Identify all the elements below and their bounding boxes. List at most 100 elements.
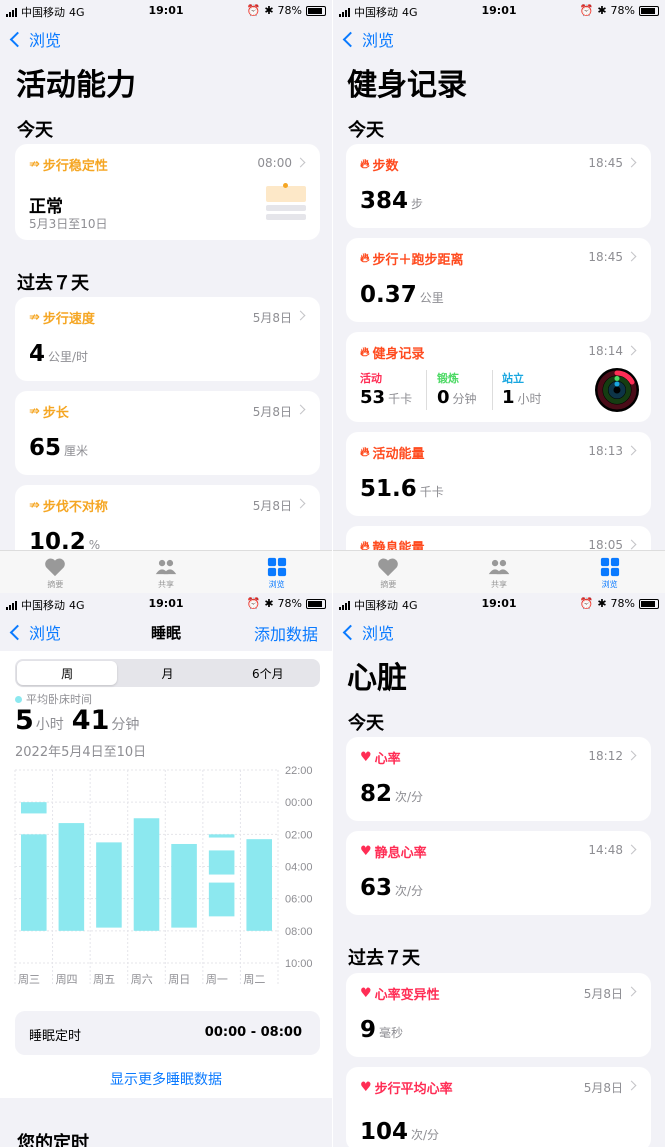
y-tick-label: 22:00 bbox=[285, 765, 313, 777]
walking-speed-card[interactable]: ⇏ 步行速度 5月8日 4 公里/时 bbox=[15, 297, 320, 381]
battery-icon bbox=[306, 598, 326, 609]
hrv-card[interactable]: ♥ 心率变异性 5月8日 9 毫秒 bbox=[346, 973, 651, 1057]
minutes-unit: 分钟 bbox=[111, 717, 140, 733]
move-value: 53 千卡 bbox=[360, 387, 413, 408]
sleep-bar bbox=[208, 834, 235, 838]
tab-bar-right: 摘要 共享 浏览 bbox=[333, 550, 665, 593]
segment-6-months[interactable]: 6个月 bbox=[218, 661, 318, 685]
divider bbox=[426, 370, 427, 410]
section-past-7-days: 过去７天 bbox=[348, 948, 420, 969]
step-length-card[interactable]: ⇏ 步长 5月8日 65 厘米 bbox=[15, 391, 320, 475]
steadiness-graphic bbox=[266, 183, 306, 222]
alarm-icon: ⏰ bbox=[246, 4, 261, 17]
sleep-schedule-row[interactable]: 睡眠定时 00:00 - 08:00 bbox=[15, 1011, 320, 1055]
card-title: 静息能量 bbox=[372, 541, 425, 550]
card-time: 18:05 bbox=[588, 538, 623, 550]
legend-dot-icon bbox=[15, 695, 22, 703]
chevron-right-icon bbox=[295, 157, 306, 168]
resting-energy-card[interactable]: 🔥︎ 静息能量 18:05 bbox=[346, 526, 651, 550]
card-title: 步行速度 bbox=[42, 312, 95, 327]
battery-icon bbox=[639, 598, 659, 609]
card-time: 14:48 bbox=[588, 843, 623, 857]
card-value: 0.37 公里 bbox=[360, 282, 444, 308]
tab-summary[interactable]: 摘要 bbox=[333, 551, 444, 593]
bluetooth-icon: ✱ bbox=[597, 597, 607, 610]
segment-week[interactable]: 周 bbox=[17, 661, 118, 685]
card-title: 步行稳定性 bbox=[42, 159, 108, 174]
back-button[interactable]: 浏览 bbox=[8, 27, 61, 51]
bluetooth-icon: ✱ bbox=[264, 597, 274, 610]
card-title: 步长 bbox=[42, 406, 69, 421]
x-tick-label: 周三 bbox=[18, 973, 40, 986]
card-value: 384 步 bbox=[360, 188, 424, 214]
tab-sharing[interactable]: 共享 bbox=[111, 551, 222, 593]
chevron-right-icon bbox=[626, 539, 637, 550]
mobility-screen: 中国移动 4G 19:01 ⏰ ✱ 78% 浏览 活动能力 今天 ⇏ 步行稳定性 08:… bbox=[0, 0, 332, 550]
card-title: 健身记录 bbox=[372, 347, 425, 362]
flame-icon: 🔥︎ bbox=[360, 157, 370, 172]
schedule-value: 00:00 - 08:00 bbox=[204, 1025, 302, 1040]
walking-heart-rate-card[interactable]: ♥ 步行平均心率 5月8日 104 次/分 bbox=[346, 1067, 651, 1147]
chevron-right-icon bbox=[626, 1080, 637, 1091]
activity-screen: 中国移动 4G 19:01 ⏰ ✱ 78% 浏览 健身记录 今天 🔥︎ 步数 18:45… bbox=[333, 0, 665, 550]
back-label: 浏览 bbox=[29, 31, 62, 50]
card-title: 步伐不对称 bbox=[42, 500, 108, 515]
card-value: 63 次/分 bbox=[360, 875, 424, 901]
tab-bar-left: 摘要 共享 浏览 bbox=[0, 550, 332, 593]
stand-value: 1 小时 bbox=[502, 387, 542, 408]
tab-browse[interactable]: 浏览 bbox=[554, 551, 665, 593]
x-tick-label: 周一 bbox=[206, 973, 228, 986]
chevron-right-icon bbox=[626, 157, 637, 168]
card-time: 18:13 bbox=[588, 444, 623, 458]
card-subtitle: 5月3日至10日 bbox=[29, 217, 108, 231]
people-icon bbox=[488, 559, 510, 575]
card-time: 18:12 bbox=[588, 749, 623, 763]
chevron-left-icon bbox=[9, 31, 26, 47]
x-tick-label: 周四 bbox=[56, 973, 78, 986]
tab-browse[interactable]: 浏览 bbox=[221, 551, 332, 593]
resting-heart-rate-card[interactable]: ♥ 静息心率 14:48 63 次/分 bbox=[346, 831, 651, 915]
battery-percent: 78% bbox=[277, 4, 302, 17]
back-label: 浏览 bbox=[362, 31, 395, 50]
tab-label: 共享 bbox=[491, 580, 507, 589]
distance-card[interactable]: 🔥︎ 步行＋跑步距离 18:45 0.37 公里 bbox=[346, 238, 651, 322]
average-time: 5 小时 41 分钟 bbox=[15, 705, 139, 736]
chevron-left-icon bbox=[342, 31, 359, 47]
steps-card[interactable]: 🔥︎ 步数 18:45 384 步 bbox=[346, 144, 651, 228]
chevron-right-icon bbox=[626, 844, 637, 855]
exercise-value: 0 分钟 bbox=[437, 387, 477, 408]
segment-month[interactable]: 月 bbox=[117, 661, 217, 685]
walk-icon: ⇏ bbox=[29, 157, 40, 172]
tab-summary[interactable]: 摘要 bbox=[0, 551, 111, 593]
walking-steadiness-card[interactable]: ⇏ 步行稳定性 08:00 正常 5月3日至10日 bbox=[15, 144, 320, 240]
chevron-right-icon bbox=[626, 986, 637, 997]
back-button[interactable]: 浏览 bbox=[341, 27, 394, 51]
heart-screen: 中国移动 4G 19:01 ⏰ ✱ 78% 浏览 心脏 今天 ♥ 心率 18:12 82… bbox=[333, 593, 665, 1147]
card-value: 4 公里/时 bbox=[29, 341, 89, 367]
add-data-button[interactable]: 添加数据 bbox=[254, 621, 318, 645]
section-past-7-days: 过去７天 bbox=[17, 273, 89, 294]
chevron-right-icon bbox=[295, 498, 306, 509]
card-title: 步数 bbox=[372, 159, 399, 174]
flame-icon: 🔥︎ bbox=[360, 539, 370, 550]
show-more-sleep-data-link[interactable]: 显示更多睡眠数据 bbox=[0, 1069, 332, 1089]
chevron-right-icon bbox=[626, 345, 637, 356]
active-energy-card[interactable]: 🔥︎ 活动能量 18:13 51.6 千卡 bbox=[346, 432, 651, 516]
walk-icon: ⇏ bbox=[29, 404, 40, 419]
card-title: 活动能量 bbox=[372, 447, 425, 462]
sleep-bar bbox=[96, 842, 122, 928]
walking-asymmetry-card[interactable]: ⇏ 步伐不对称 5月8日 10.2% bbox=[15, 485, 320, 550]
tab-sharing[interactable]: 共享 bbox=[444, 551, 555, 593]
back-button[interactable]: 浏览 bbox=[341, 620, 394, 644]
card-value: 51.6 千卡 bbox=[360, 476, 444, 502]
status-bar: 中国移动 4G 19:01 ⏰ ✱ 78% bbox=[333, 593, 665, 613]
sleep-bar bbox=[171, 843, 197, 928]
chevron-right-icon bbox=[626, 750, 637, 761]
heart-rate-card[interactable]: ♥ 心率 18:12 82 次/分 bbox=[346, 737, 651, 821]
flame-icon: 🔥︎ bbox=[360, 345, 370, 360]
heart-icon bbox=[378, 558, 399, 577]
sleep-bar bbox=[208, 850, 235, 875]
activity-rings-card[interactable]: 🔥︎ 健身记录 18:14 活动 53 千卡 锻炼 0 分钟 站立 1 小时 bbox=[346, 332, 651, 422]
card-value: 82 次/分 bbox=[360, 781, 424, 807]
page-title: 活动能力 bbox=[16, 68, 136, 103]
